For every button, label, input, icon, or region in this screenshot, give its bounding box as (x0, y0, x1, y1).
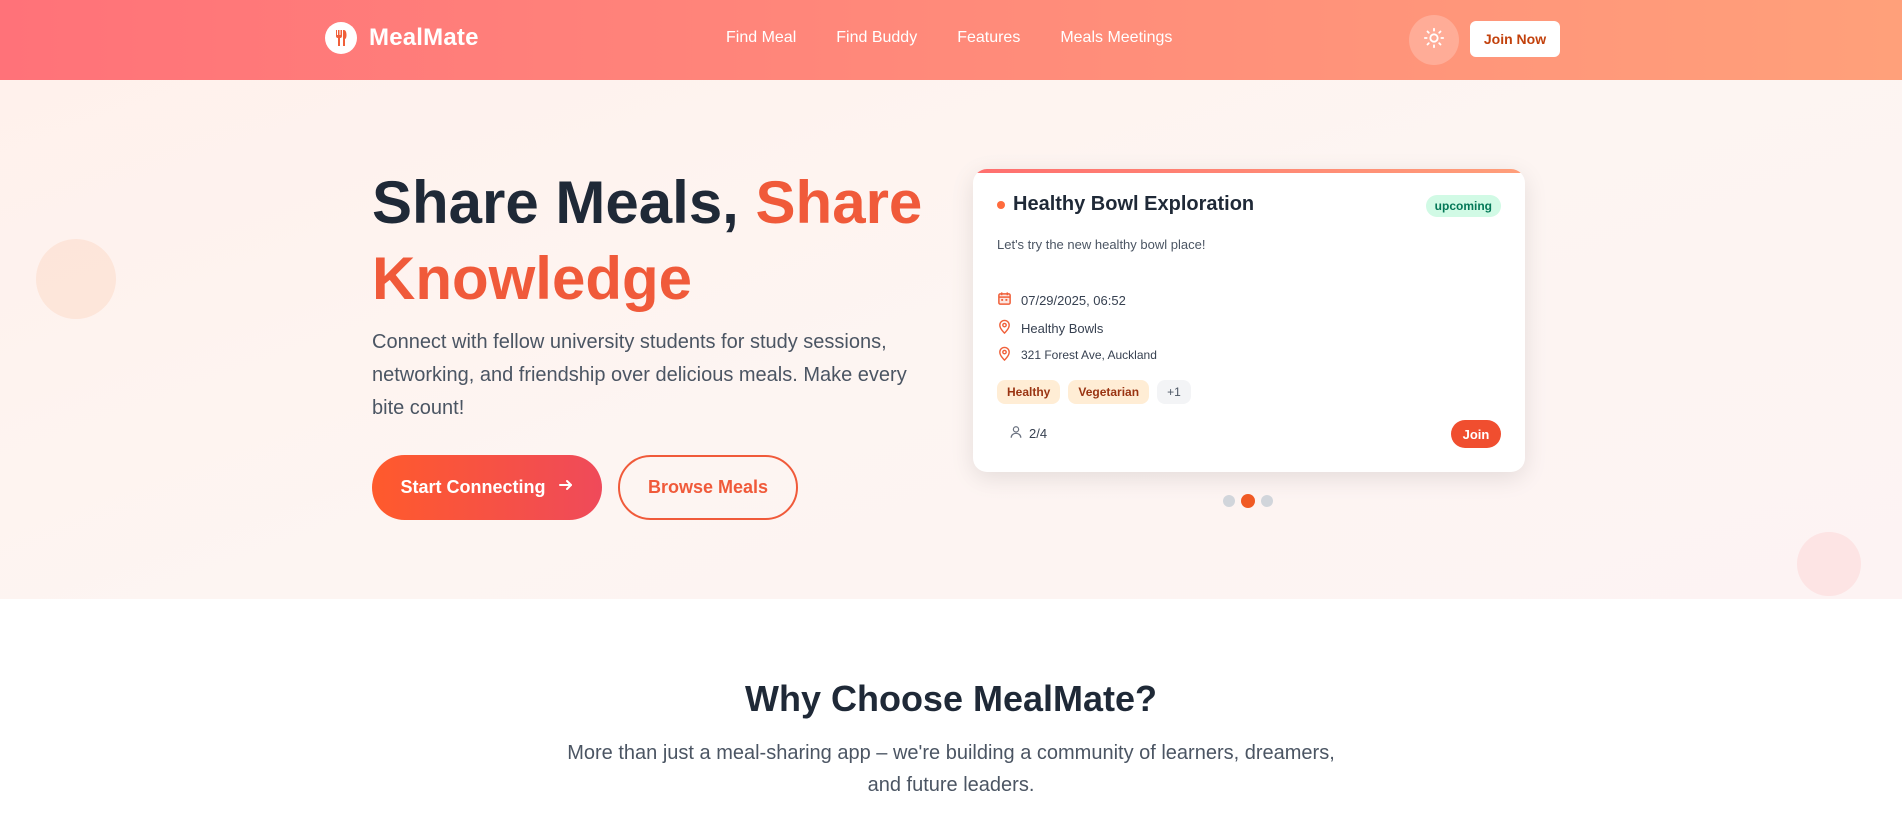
hero-title-part1: Share Meals, (372, 169, 739, 236)
start-connecting-button[interactable]: Start Connecting (372, 455, 602, 520)
brand-name: MealMate (369, 24, 479, 51)
meal-card[interactable]: Healthy Bowl Exploration upcoming Let's … (973, 169, 1525, 472)
meal-tags: Healthy Vegetarian +1 (997, 380, 1191, 404)
nav-find-meal[interactable]: Find Meal (726, 29, 796, 47)
decorative-circle (1797, 532, 1861, 596)
why-section-title: Why Choose MealMate? (744, 678, 1158, 719)
main-nav: Find Meal Find Buddy Features Meals Meet… (726, 29, 1172, 47)
join-meal-button[interactable]: Join (1451, 420, 1501, 448)
join-now-button[interactable]: Join Now (1470, 21, 1560, 57)
status-badge: upcoming (1425, 195, 1501, 217)
meal-datetime-text: 07/29/2025, 06:52 (1021, 292, 1126, 308)
carousel-dot-1[interactable] (1223, 495, 1235, 507)
carousel-indicators (1223, 494, 1273, 508)
hero-title: Share Meals, Share Knowledge (372, 165, 952, 317)
meal-card-title: Healthy Bowl Exploration (1013, 193, 1255, 215)
hero-section (0, 80, 1902, 599)
attendee-count-text: 2/4 (1029, 426, 1048, 441)
arrow-right-icon (558, 477, 574, 498)
tag-vegetarian: Vegetarian (1068, 380, 1150, 404)
start-connecting-label: Start Connecting (400, 477, 546, 497)
decorative-circle (36, 239, 116, 319)
browse-meals-button[interactable]: Browse Meals (618, 455, 798, 520)
attendee-count: 2/4 (1009, 425, 1047, 442)
map-pin-icon (997, 319, 1012, 337)
carousel-dot-2[interactable] (1241, 494, 1255, 508)
fork-knife-icon (325, 22, 357, 54)
why-section-description: More than just a meal-sharing app – we'r… (567, 742, 1335, 796)
map-pin-icon (997, 346, 1012, 364)
nav-features[interactable]: Features (957, 29, 1020, 47)
nav-meals-meetings[interactable]: Meals Meetings (1060, 29, 1172, 47)
meal-datetime: 07/29/2025, 06:52 (997, 291, 1126, 309)
tag-more: +1 (1157, 380, 1191, 404)
sun-icon (1423, 27, 1445, 54)
top-navigation-bar: MealMate Find Meal Find Buddy Features M… (0, 0, 1902, 80)
nav-find-buddy[interactable]: Find Buddy (836, 29, 917, 47)
meal-address: 321 Forest Ave, Auckland (997, 346, 1157, 364)
hero-description: Connect with fellow university students … (372, 331, 907, 419)
user-icon (1009, 425, 1023, 442)
theme-toggle-button[interactable] (1409, 15, 1459, 65)
calendar-icon (997, 291, 1012, 309)
status-dot (997, 201, 1005, 209)
tag-healthy: Healthy (997, 380, 1061, 404)
card-accent-bar (973, 169, 1525, 173)
meal-address-text: 321 Forest Ave, Auckland (1021, 348, 1157, 362)
meal-card-description: Let's try the new healthy bowl place! (997, 237, 1206, 252)
meal-venue-text: Healthy Bowls (1021, 320, 1104, 336)
carousel-dot-3[interactable] (1261, 495, 1273, 507)
brand-logo-link[interactable]: MealMate (325, 22, 479, 54)
meal-venue: Healthy Bowls (997, 319, 1103, 337)
